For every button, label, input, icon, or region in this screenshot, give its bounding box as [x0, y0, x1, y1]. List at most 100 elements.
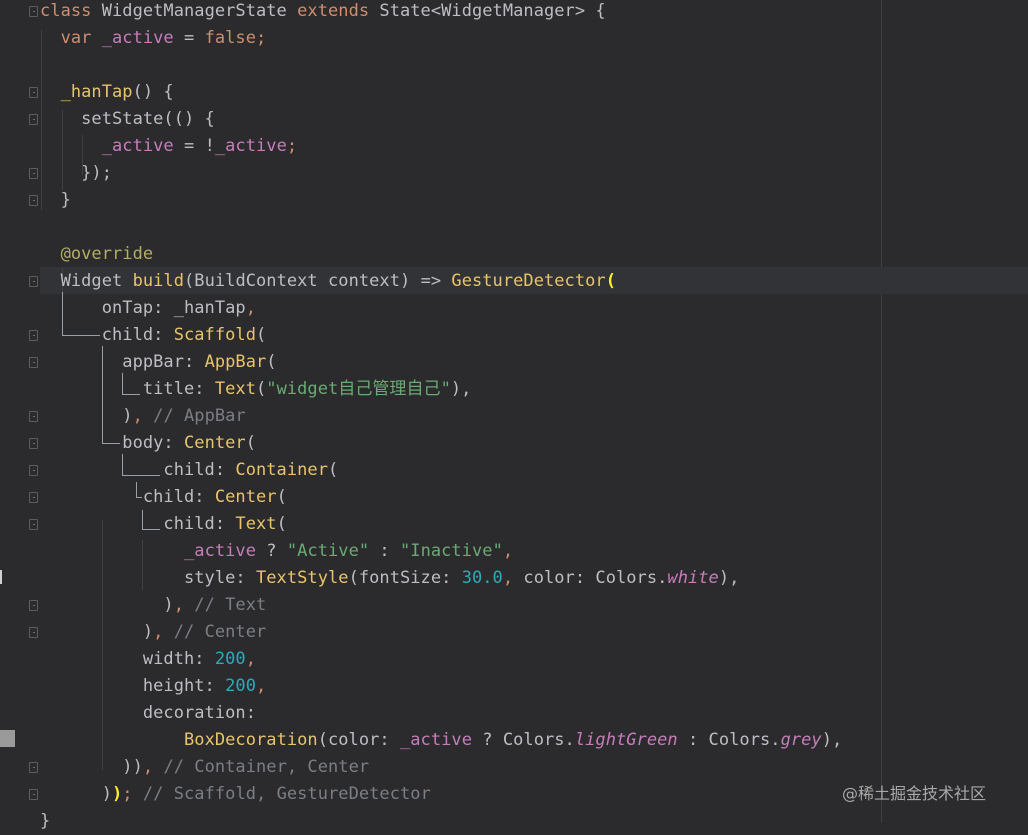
code-token: Text — [214, 379, 256, 399]
code-token: )) — [40, 757, 143, 777]
code-line[interactable]: style: TextStyle(fontSize: 30.0, color: … — [40, 565, 739, 592]
code-token: color: Colors. — [523, 568, 668, 588]
code-token: , — [502, 568, 524, 588]
code-token: ? — [256, 541, 287, 561]
code-line[interactable]: } — [40, 187, 71, 214]
code-token: , — [173, 595, 195, 615]
code-token: Center — [214, 487, 277, 507]
fold-toggle-icon[interactable] — [29, 438, 38, 449]
code-line[interactable]: child: Center( — [40, 484, 287, 511]
code-line[interactable]: width: 200, — [40, 646, 256, 673]
code-token: Container — [235, 460, 328, 480]
fold-toggle-icon[interactable] — [29, 600, 38, 611]
code-line[interactable]: child: Container( — [40, 457, 338, 484]
code-token: }); — [40, 163, 112, 183]
fold-toggle-icon[interactable] — [29, 762, 38, 773]
code-editor[interactable]: class WidgetManagerState extends State<W… — [40, 0, 1028, 831]
fold-toggle-icon[interactable] — [29, 195, 38, 206]
code-token: State<WidgetManager> { — [379, 1, 606, 21]
code-token: , — [245, 298, 256, 318]
scroll-position-marker — [0, 730, 15, 747]
code-token: _active — [214, 136, 287, 156]
code-line[interactable]: )); // Scaffold, GestureDetector — [40, 781, 431, 808]
fold-toggle-icon[interactable] — [29, 168, 38, 179]
fold-toggle-icon[interactable] — [29, 114, 38, 125]
code-token: ), — [718, 568, 740, 588]
code-line[interactable]: ), // Text — [40, 592, 266, 619]
code-line[interactable]: _active = !_active; — [40, 133, 297, 160]
code-token: Text — [235, 514, 277, 534]
code-token: ( — [255, 379, 267, 399]
code-token: 200 — [214, 649, 246, 669]
code-line[interactable]: onTap: _hanTap, — [40, 295, 256, 322]
code-token: , — [153, 622, 174, 642]
code-token: Widget — [40, 271, 133, 291]
code-line[interactable]: ), // AppBar — [40, 403, 246, 430]
code-token: } — [40, 190, 71, 210]
code-line[interactable]: @override — [40, 241, 154, 268]
code-token: ) — [40, 622, 154, 642]
code-token: Scaffold — [173, 325, 256, 345]
code-line[interactable]: )), // Container, Center — [40, 754, 369, 781]
fold-toggle-icon[interactable] — [29, 465, 38, 476]
code-token: : — [369, 541, 400, 561]
code-line[interactable]: _active ? "Active" : "Inactive", — [40, 538, 513, 565]
fold-toggle-icon[interactable] — [29, 87, 38, 98]
code-line[interactable]: setState(() { — [40, 106, 215, 133]
code-token: "Active" — [286, 541, 370, 561]
code-token: child: — [40, 325, 174, 345]
code-line[interactable]: child: Scaffold( — [40, 322, 267, 349]
code-token: ) — [40, 784, 112, 804]
code-token: , — [502, 541, 514, 561]
fold-toggle-icon[interactable] — [29, 411, 38, 422]
code-token: child: — [40, 514, 236, 534]
code-line[interactable]: decoration: — [40, 700, 256, 727]
code-token: appBar: — [40, 352, 205, 372]
code-token: WidgetManagerState — [101, 1, 298, 21]
code-token: ( — [266, 352, 277, 372]
code-token: class — [40, 1, 102, 21]
code-token: _hanTap — [60, 82, 133, 102]
code-line[interactable]: class WidgetManagerState extends State<W… — [40, 0, 606, 25]
code-token: AppBar — [204, 352, 267, 372]
code-line[interactable]: child: Text( — [40, 511, 287, 538]
fold-toggle-icon[interactable] — [29, 276, 38, 287]
fold-toggle-icon[interactable] — [29, 492, 38, 503]
code-token: body: — [40, 433, 184, 453]
code-line[interactable]: } — [40, 808, 50, 835]
code-line[interactable]: var _active = false; — [40, 25, 267, 52]
code-line[interactable]: appBar: AppBar( — [40, 349, 277, 376]
code-token: ) — [40, 595, 174, 615]
code-line[interactable]: Widget build(BuildContext context) => Ge… — [40, 268, 616, 295]
code-token: ( — [245, 433, 257, 453]
editor-gutter[interactable] — [0, 0, 40, 823]
code-line[interactable]: BoxDecoration(color: _active ? Colors.li… — [40, 727, 842, 754]
fold-toggle-icon[interactable] — [29, 789, 38, 800]
code-token: decoration: — [40, 703, 256, 723]
code-token: ( — [276, 487, 287, 507]
code-token: ; — [122, 784, 143, 804]
code-token: = — [173, 28, 205, 48]
code-token: TextStyle — [255, 568, 349, 588]
code-line[interactable]: title: Text("widget自己管理自己"), — [40, 376, 472, 403]
fold-toggle-icon[interactable] — [29, 357, 38, 368]
code-token: setState(() { — [40, 109, 215, 129]
code-line[interactable]: body: Center( — [40, 430, 256, 457]
code-token: build — [132, 271, 185, 291]
code-token: ) — [112, 784, 123, 804]
gutter-caret-marker — [0, 570, 2, 584]
fold-toggle-icon[interactable] — [29, 6, 38, 17]
code-line[interactable]: ), // Center — [40, 619, 266, 646]
fold-toggle-icon[interactable] — [29, 330, 38, 341]
code-line[interactable]: }); — [40, 160, 112, 187]
fold-toggle-icon[interactable] — [29, 519, 38, 530]
code-token: title: — [40, 379, 215, 399]
code-token: // Scaffold, GestureDetector — [142, 784, 431, 804]
code-line[interactable]: _hanTap() { — [40, 79, 174, 106]
fold-toggle-icon[interactable] — [29, 627, 38, 638]
code-line[interactable]: height: 200, — [40, 673, 266, 700]
